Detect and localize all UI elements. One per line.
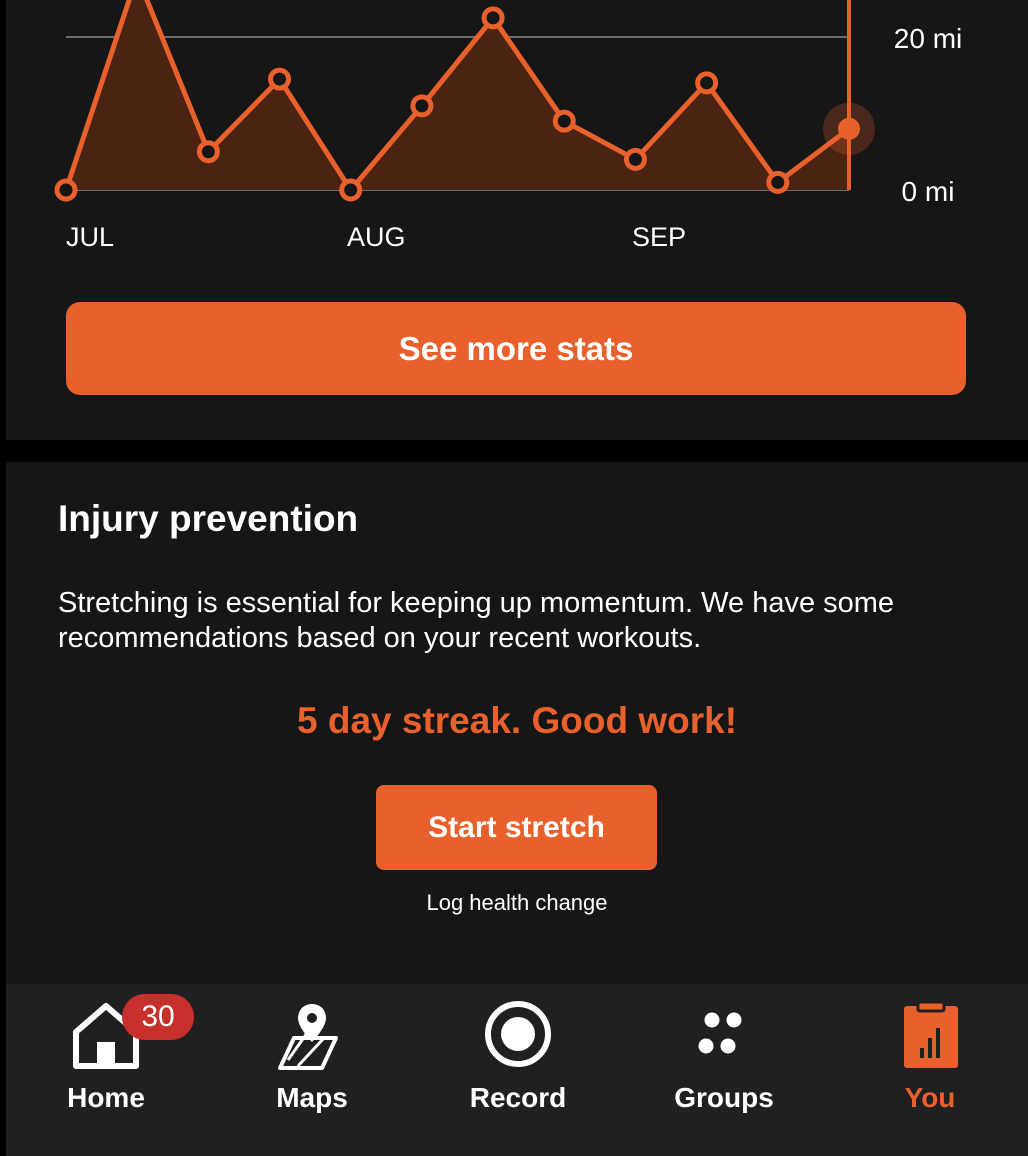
tab-maps[interactable]: Maps	[212, 984, 412, 1156]
injury-prevention-description: Stretching is essential for keeping up m…	[58, 587, 895, 654]
x-tick-label: SEP	[632, 222, 686, 252]
y-tick-label: 0 mi	[902, 176, 955, 207]
data-point[interactable]	[766, 170, 790, 194]
current-data-point[interactable]	[838, 117, 860, 140]
notification-badge: 30	[122, 994, 194, 1040]
bottom-tab-bar: 30 Home Maps Record Groups You	[6, 984, 1028, 1156]
see-more-stats-button[interactable]: See more stats	[66, 302, 966, 395]
tab-label: Groups	[674, 1082, 774, 1113]
stats-chart-panel: 20 mi 0 mi JUL AUG SEP See more stats	[6, 0, 1028, 440]
data-point[interactable]	[552, 109, 576, 133]
injury-prevention-card: Injury prevention Stretching is essentia…	[6, 462, 1028, 984]
x-tick-label: JUL	[66, 222, 114, 252]
data-point[interactable]	[695, 71, 719, 95]
start-stretch-button[interactable]: Start stretch	[376, 785, 657, 870]
data-point[interactable]	[410, 94, 434, 118]
data-point[interactable]	[481, 6, 505, 30]
tab-label: Record	[469, 1082, 567, 1113]
data-point[interactable]	[54, 178, 78, 202]
distance-chart: 20 mi 0 mi JUL AUG SEP	[54, 0, 962, 252]
tab-home[interactable]: 30 Home	[6, 984, 206, 1156]
chart-x-axis-labels: JUL AUG SEP	[66, 222, 686, 252]
record-icon	[485, 1001, 551, 1067]
data-point[interactable]	[196, 140, 220, 164]
data-point[interactable]	[268, 67, 292, 91]
chart-y-axis-labels: 20 mi 0 mi	[894, 23, 962, 207]
map-icon	[278, 1004, 338, 1070]
x-tick-label: AUG	[347, 222, 406, 252]
tab-label: Home	[67, 1082, 145, 1113]
tab-groups[interactable]: Groups	[624, 984, 824, 1156]
you-icon	[904, 1000, 958, 1068]
injury-prevention-title: Injury prevention	[58, 498, 359, 539]
tab-you[interactable]: You	[830, 984, 1028, 1156]
tab-label: Maps	[276, 1082, 348, 1113]
data-point[interactable]	[623, 147, 647, 171]
groups-icon	[698, 1012, 742, 1054]
tab-record[interactable]: Record	[418, 984, 618, 1156]
log-health-change-link[interactable]: Log health change	[6, 890, 1028, 916]
y-tick-label: 20 mi	[894, 23, 962, 54]
data-point[interactable]	[339, 178, 363, 202]
tab-label: You	[904, 1082, 956, 1113]
streak-message: 5 day streak. Good work!	[296, 700, 738, 741]
chart-area-fill	[63, 0, 851, 193]
